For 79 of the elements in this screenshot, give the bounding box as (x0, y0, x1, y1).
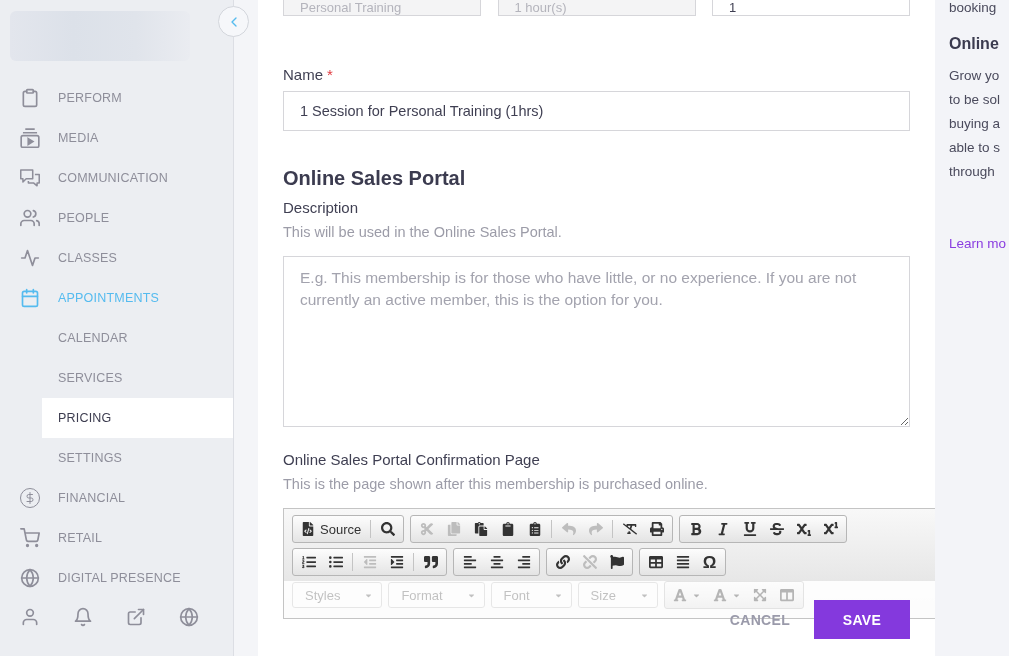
nav-subitem[interactable]: CALENDAR (42, 318, 233, 358)
align-center-icon (489, 555, 504, 569)
align-right-icon (516, 555, 531, 569)
expand-icon (753, 588, 768, 602)
user-icon[interactable] (20, 607, 40, 627)
superscript-icon (823, 522, 838, 536)
scissors-icon (419, 522, 434, 536)
save-button[interactable]: SAVE (814, 600, 910, 639)
undo-icon (561, 522, 576, 536)
field-hint: This will be used in the Online Sales Portal. (283, 223, 563, 241)
field-label: Online Sales Portal Confirmation Page (283, 451, 541, 469)
dropdown[interactable]: Styles (292, 582, 383, 608)
letter-a-icon (712, 588, 727, 602)
clipboard-list-icon (527, 522, 542, 536)
columns-icon (780, 588, 795, 602)
nav-subitem[interactable]: PRICING (42, 398, 233, 438)
dropdown[interactable]: Size (577, 582, 658, 608)
numbered-list-icon (301, 555, 316, 569)
printer-icon (649, 522, 664, 536)
nav-subitem[interactable]: SETTINGS (42, 438, 233, 478)
name-input[interactable]: 1 Session for Personal Training (1hrs) (283, 91, 910, 131)
help-heading: Online (949, 34, 1000, 54)
bold-icon (688, 522, 703, 536)
people-icon (20, 208, 40, 228)
globe-icon (20, 568, 40, 588)
subscript-icon (796, 522, 811, 536)
nav-item[interactable]: PERFORM (0, 78, 233, 118)
clear-formatting-icon (622, 522, 637, 536)
learn-more-link[interactable]: Learn mo (949, 232, 1007, 256)
nav-item[interactable]: COMMUNICATION (0, 158, 233, 198)
dropdown[interactable]: Format (388, 582, 485, 608)
code-file-icon (301, 522, 315, 536)
field-hint: This is the page shown after this membership is purchased online. (283, 475, 709, 493)
redo-icon (588, 522, 603, 536)
lines-icon (675, 555, 690, 569)
link-icon (555, 555, 570, 569)
nav-subitem[interactable]: SERVICES (42, 358, 233, 398)
bulleted-list-icon (328, 555, 343, 569)
nav-item[interactable]: FINANCIAL (0, 478, 233, 518)
input-field[interactable]: 1 (712, 0, 910, 16)
section-heading: Online Sales Portal (283, 166, 467, 191)
field-label: Description (283, 199, 360, 217)
clipboard-icon (500, 522, 515, 536)
bell-icon[interactable] (73, 607, 93, 627)
help-paragraph: Grow yo to be sol buying a able to s through (949, 67, 1002, 181)
nav-item[interactable]: DIGITAL PRESENCE (0, 558, 233, 590)
quote-icon (423, 555, 438, 569)
nav-item[interactable]: RETAIL (0, 518, 233, 558)
unlink-icon (582, 555, 597, 569)
outdent-icon (362, 555, 377, 569)
video-stack-icon (20, 128, 40, 148)
copy-icon (446, 522, 461, 536)
source-button[interactable]: Source (295, 516, 368, 542)
underline-icon (742, 522, 757, 536)
cart-icon (20, 528, 40, 548)
dropdown[interactable]: Font (490, 582, 572, 608)
help-text: booking (949, 0, 998, 16)
clipboard-icon (473, 522, 488, 536)
field-label: Name * (283, 66, 334, 84)
nav-item[interactable]: CLASSES (0, 238, 233, 278)
align-left-icon (462, 555, 477, 569)
table-icon (648, 555, 663, 569)
cancel-button[interactable]: CANCEL (729, 611, 790, 628)
chat-bubbles-icon (20, 169, 40, 187)
calendar-icon (20, 288, 40, 308)
flag-icon (609, 555, 624, 569)
description-textarea[interactable]: E.g. This membership is for those who have little, or no experience. If you are not currently an active member, this is the option for you. (283, 256, 910, 427)
indent-icon (389, 555, 404, 569)
nav-item[interactable]: APPOINTMENTS (0, 278, 233, 318)
nav-item[interactable]: PEOPLE (0, 198, 233, 238)
globe-icon[interactable] (179, 607, 199, 627)
special-character-button[interactable]: Ω (696, 549, 723, 575)
nav-item[interactable]: MEDIA (0, 118, 233, 158)
magnifier-icon (380, 522, 395, 536)
external-link-icon[interactable] (126, 607, 146, 627)
clipboard-icon (20, 88, 40, 108)
strikethrough-icon (769, 522, 784, 536)
letter-a-icon (672, 588, 687, 602)
activity-icon (20, 248, 40, 268)
